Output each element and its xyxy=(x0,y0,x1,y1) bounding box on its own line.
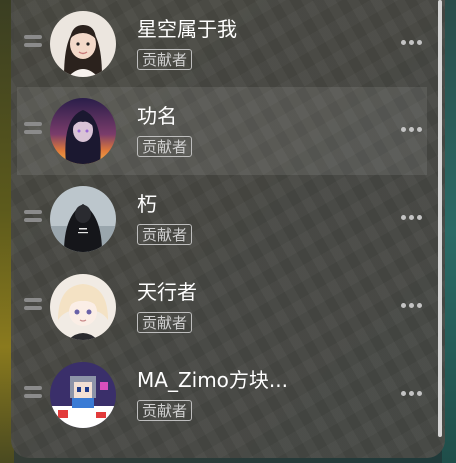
role-badge: 贡献者 xyxy=(137,224,193,245)
avatar[interactable] xyxy=(50,362,116,428)
member-name: 星空属于我 xyxy=(137,17,237,41)
avatar[interactable] xyxy=(50,98,116,164)
role-badge: 贡献者 xyxy=(137,136,193,157)
member-row[interactable]: MA_Zimo方块... 贡献者 xyxy=(17,351,427,439)
drag-handle-icon[interactable] xyxy=(24,35,42,49)
more-dots-icon[interactable] xyxy=(401,40,423,46)
avatar[interactable] xyxy=(50,186,116,252)
member-row[interactable]: 功名 贡献者 xyxy=(17,87,427,175)
role-badge: 贡献者 xyxy=(137,49,193,70)
more-dots-icon[interactable] xyxy=(401,391,423,397)
member-row[interactable]: 朽 贡献者 xyxy=(17,175,427,263)
drag-handle-icon[interactable] xyxy=(24,386,42,400)
drag-handle-icon[interactable] xyxy=(24,122,42,136)
more-dots-icon[interactable] xyxy=(401,303,423,309)
role-badge: 贡献者 xyxy=(137,400,193,421)
member-name: MA_Zimo方块... xyxy=(137,368,288,392)
more-dots-icon[interactable] xyxy=(401,215,423,221)
more-dots-icon[interactable] xyxy=(401,127,423,133)
drag-handle-icon[interactable] xyxy=(24,298,42,312)
avatar[interactable] xyxy=(50,274,116,340)
member-list-panel: 星空属于我 贡献者 功名 贡献者 朽 贡献者 天行者 贡献者 MA_Zimo方块… xyxy=(11,0,445,458)
role-badge: 贡献者 xyxy=(137,312,193,333)
member-name: 朽 xyxy=(137,192,157,216)
member-row[interactable]: 天行者 贡献者 xyxy=(17,263,427,351)
avatar[interactable] xyxy=(50,11,116,77)
member-name: 天行者 xyxy=(137,280,197,304)
member-row[interactable]: 星空属于我 贡献者 xyxy=(17,0,427,88)
member-name: 功名 xyxy=(137,104,177,128)
scrollbar[interactable] xyxy=(438,0,442,437)
drag-handle-icon[interactable] xyxy=(24,210,42,224)
